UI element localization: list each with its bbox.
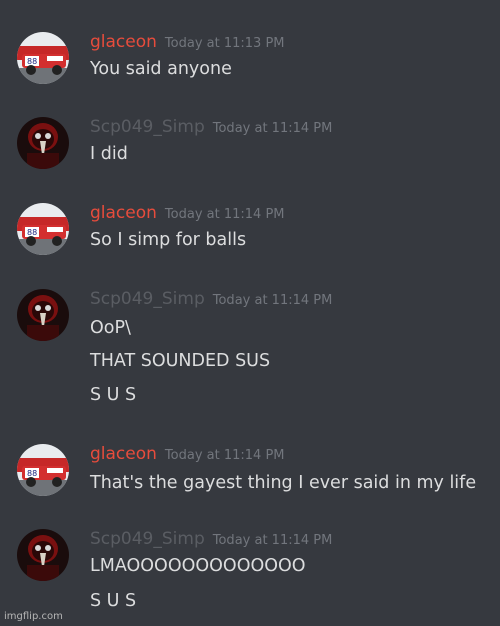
username[interactable]: glaceon [90,444,157,464]
message-text: OoP\ [90,318,131,338]
chat-log: 88 glaceon Today at 11:13 PM You said any… [0,0,500,626]
username[interactable]: Scp049_Simp [90,529,205,549]
message-text: THAT SOUNDED SUS [90,351,271,371]
message-text: I did [90,144,128,164]
message-text: LMAOOOOOOOOOOOOO [90,556,306,576]
timestamp: Today at 11:13 PM [164,36,285,51]
message-header: glaceon Today at 11:14 PM [90,444,285,468]
username[interactable]: glaceon [90,203,157,223]
message-text: S U S [90,591,137,611]
watermark: imgflip.com [4,611,63,622]
username[interactable]: Scp049_Simp [90,117,205,137]
timestamp: Today at 11:14 PM [164,207,285,222]
plague-doctor-avatar-icon[interactable] [17,117,69,169]
message-header: Scp049_Simp Today at 11:14 PM [90,117,332,141]
message-header: Scp049_Simp Today at 11:14 PM [90,289,332,313]
plague-doctor-avatar-icon[interactable] [17,529,69,581]
svg-text:88: 88 [27,57,37,66]
message-header: Scp049_Simp Today at 11:14 PM [90,529,332,553]
message-text: You said anyone [90,59,232,79]
timestamp: Today at 11:14 PM [212,293,333,308]
username[interactable]: glaceon [90,32,157,52]
race-car-avatar-icon[interactable]: 88 [17,203,69,255]
message-text: S U S [90,385,137,405]
message-header: glaceon Today at 11:13 PM [90,32,285,56]
timestamp: Today at 11:14 PM [164,448,285,463]
plague-doctor-avatar-icon[interactable] [17,289,69,341]
message-text: So I simp for balls [90,230,247,250]
race-car-avatar-icon[interactable]: 88 [17,444,69,496]
timestamp: Today at 11:14 PM [212,121,333,136]
username[interactable]: Scp049_Simp [90,289,205,309]
message-header: glaceon Today at 11:14 PM [90,203,285,227]
svg-text:88: 88 [27,228,37,237]
timestamp: Today at 11:14 PM [212,533,333,548]
svg-text:88: 88 [27,469,37,478]
message-text: That's the gayest thing I ever said in m… [90,473,477,493]
race-car-avatar-icon[interactable]: 88 [17,32,69,84]
